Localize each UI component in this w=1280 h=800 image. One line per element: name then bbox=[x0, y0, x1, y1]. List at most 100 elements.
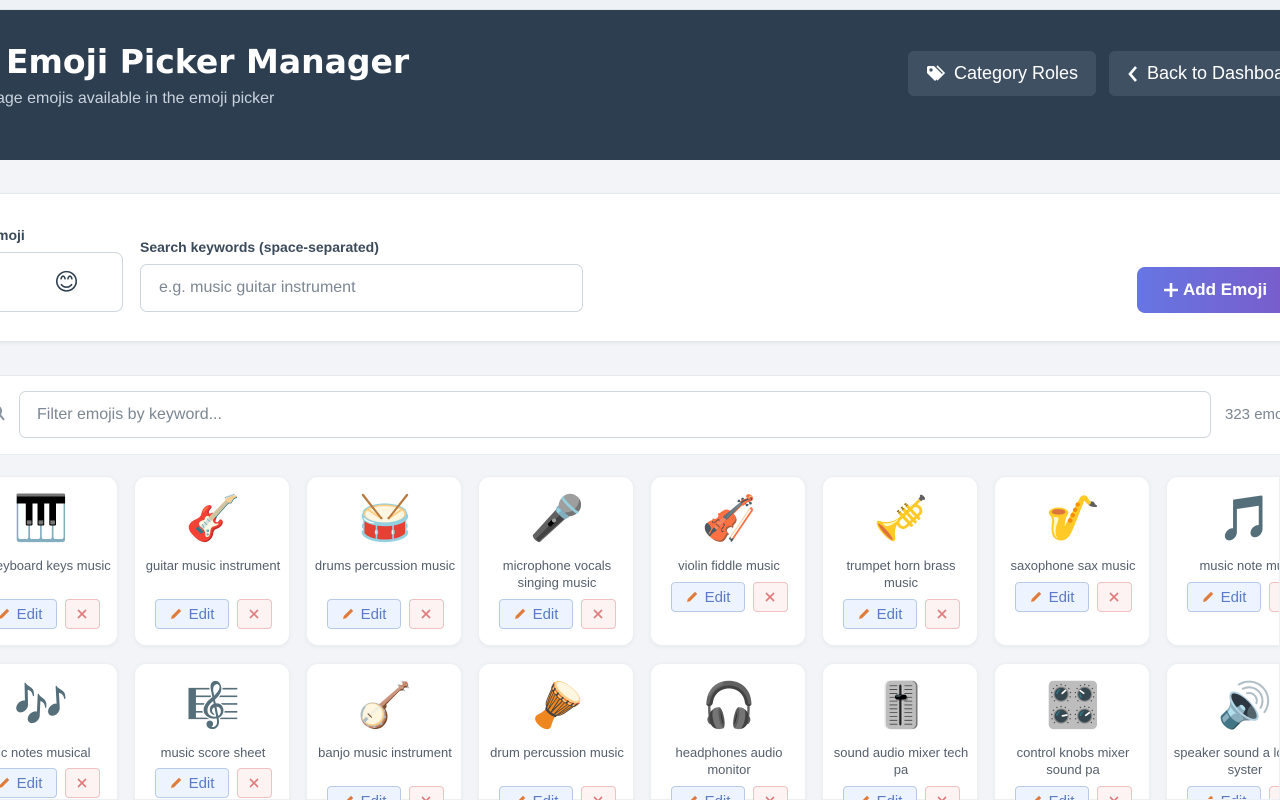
edit-button[interactable]: Edit bbox=[498, 786, 573, 800]
close-icon bbox=[421, 796, 431, 800]
filter-input[interactable] bbox=[19, 391, 1211, 438]
pencil-icon bbox=[346, 795, 353, 800]
emoji-glyph: 🎸 bbox=[185, 493, 241, 544]
emoji-tile: 🎹 no keyboard keys music Edit bbox=[0, 476, 118, 646]
browser-top-strip bbox=[0, 0, 1280, 10]
keywords-input[interactable] bbox=[140, 264, 583, 312]
delete-button[interactable] bbox=[924, 599, 960, 629]
pencil-icon bbox=[690, 795, 697, 800]
edit-button[interactable]: Edit bbox=[842, 786, 917, 800]
delete-button[interactable] bbox=[1096, 786, 1132, 800]
back-to-dashboard-button[interactable]: Back to Dashboa bbox=[1109, 51, 1280, 96]
edit-button[interactable]: Edit bbox=[0, 768, 57, 798]
edit-button[interactable]: Edit bbox=[0, 599, 57, 629]
emoji-keywords: speaker sound a loud pa syster bbox=[1173, 745, 1279, 777]
pencil-icon bbox=[518, 795, 525, 800]
emoji-glyph: 🎶 bbox=[13, 680, 69, 731]
emoji-keywords: drum percussion music bbox=[490, 745, 624, 760]
delete-button[interactable] bbox=[1268, 582, 1279, 612]
edit-button[interactable]: Edit bbox=[154, 599, 229, 629]
delete-button[interactable] bbox=[580, 599, 616, 629]
emoji-tile: 🔊 speaker sound a loud pa syster Edit bbox=[1166, 663, 1280, 800]
edit-button[interactable]: Edit bbox=[670, 582, 745, 612]
page-subtitle: age emojis available in the emoji picker bbox=[0, 90, 275, 107]
pencil-icon bbox=[342, 608, 353, 619]
emoji-tile: 🎼 music score sheet Edit bbox=[134, 663, 290, 800]
emoji-keywords: guitar music instrument bbox=[145, 558, 281, 573]
emoji-keywords: violin fiddle music bbox=[678, 558, 780, 573]
delete-button[interactable] bbox=[752, 582, 788, 612]
emoji-glyph: 🎺 bbox=[873, 493, 929, 544]
delete-button[interactable] bbox=[236, 768, 272, 798]
delete-button[interactable] bbox=[924, 786, 960, 800]
emoji-select-field[interactable]: 😊 bbox=[0, 252, 123, 312]
delete-button[interactable] bbox=[408, 599, 444, 629]
close-icon bbox=[765, 796, 775, 800]
edit-button[interactable]: Edit bbox=[842, 599, 917, 629]
edit-button[interactable]: Edit bbox=[1186, 582, 1261, 612]
emoji-keywords: banjo music instrument bbox=[318, 745, 452, 760]
close-icon bbox=[1109, 796, 1119, 800]
emoji-keywords: sic notes musical bbox=[0, 745, 91, 760]
emoji-tile: 🥁 drums percussion music Edit bbox=[306, 476, 462, 646]
category-roles-label: Category Roles bbox=[954, 63, 1079, 83]
close-icon bbox=[249, 778, 259, 788]
pencil-icon bbox=[686, 591, 697, 602]
edit-button[interactable]: Edit bbox=[498, 599, 573, 629]
edit-button[interactable]: Edit bbox=[1014, 582, 1089, 612]
pencil-icon bbox=[858, 608, 869, 619]
close-icon bbox=[937, 796, 947, 800]
emoji-field-label: moji bbox=[0, 227, 25, 243]
emoji-tile: 🎻 violin fiddle music Edit bbox=[650, 476, 806, 646]
emoji-keywords: sound audio mixer tech pa bbox=[833, 745, 969, 777]
emoji-glyph: 🎛️ bbox=[1045, 680, 1101, 731]
keywords-field-label: Search keywords (space-separated) bbox=[140, 239, 379, 255]
emoji-glyph: 🎻 bbox=[701, 493, 757, 544]
emoji-tile: 🎺 trumpet horn brass music Edit bbox=[822, 476, 978, 646]
close-icon bbox=[765, 592, 775, 602]
delete-button[interactable] bbox=[1268, 786, 1279, 799]
search-icon bbox=[0, 406, 5, 421]
pencil-icon bbox=[1034, 795, 1041, 800]
pencil-icon bbox=[0, 777, 9, 788]
emoji-tile: 🎶 sic notes musical Edit bbox=[0, 663, 118, 800]
delete-button[interactable] bbox=[752, 786, 788, 800]
edit-button[interactable]: Edit bbox=[154, 768, 229, 798]
close-icon bbox=[249, 609, 259, 619]
delete-button[interactable] bbox=[236, 599, 272, 629]
pencil-icon bbox=[170, 777, 181, 788]
delete-button[interactable] bbox=[408, 786, 444, 800]
add-emoji-label: Add Emoji bbox=[1183, 280, 1268, 299]
close-icon bbox=[593, 609, 603, 619]
close-icon bbox=[593, 796, 603, 800]
emoji-tile: 🎧 headphones audio monitor Edit bbox=[650, 663, 806, 800]
delete-button[interactable] bbox=[1096, 582, 1132, 612]
emoji-keywords: headphones audio monitor bbox=[675, 745, 783, 777]
pencil-icon bbox=[1030, 591, 1041, 602]
edit-button[interactable]: Edit bbox=[326, 599, 401, 629]
emoji-glyph: 🪘 bbox=[529, 680, 585, 731]
emoji-glyph: 🔊 bbox=[1217, 680, 1273, 731]
emoji-keywords: saxophone sax music bbox=[1010, 558, 1136, 573]
category-roles-button[interactable]: Category Roles bbox=[908, 51, 1096, 96]
edit-button[interactable]: Edit bbox=[1014, 786, 1089, 800]
edit-button[interactable]: Edit bbox=[670, 786, 745, 800]
emoji-glyph: 🎷 bbox=[1045, 493, 1101, 544]
add-emoji-button[interactable]: Add Emoji bbox=[1137, 267, 1280, 313]
emoji-keywords: no keyboard keys music bbox=[0, 558, 111, 573]
emoji-glyph: 🎵 bbox=[1217, 493, 1273, 544]
emoji-glyph: 🎧 bbox=[701, 680, 757, 731]
page-title: Emoji Picker Manager bbox=[6, 42, 410, 81]
emoji-tile: 🎛️ control knobs mixer sound pa Edit bbox=[994, 663, 1150, 800]
plus-icon bbox=[1164, 283, 1178, 297]
close-icon bbox=[77, 778, 87, 788]
emoji-keywords: music score sheet bbox=[160, 745, 266, 760]
pencil-icon bbox=[1202, 591, 1213, 602]
delete-button[interactable] bbox=[580, 786, 616, 800]
delete-button[interactable] bbox=[64, 768, 100, 798]
edit-button[interactable]: Edit bbox=[326, 786, 401, 800]
emoji-glyph: 🎼 bbox=[185, 680, 241, 731]
delete-button[interactable] bbox=[64, 599, 100, 629]
edit-button[interactable]: Edit bbox=[1186, 786, 1261, 799]
emoji-keywords: control knobs mixer sound pa bbox=[1016, 745, 1130, 777]
